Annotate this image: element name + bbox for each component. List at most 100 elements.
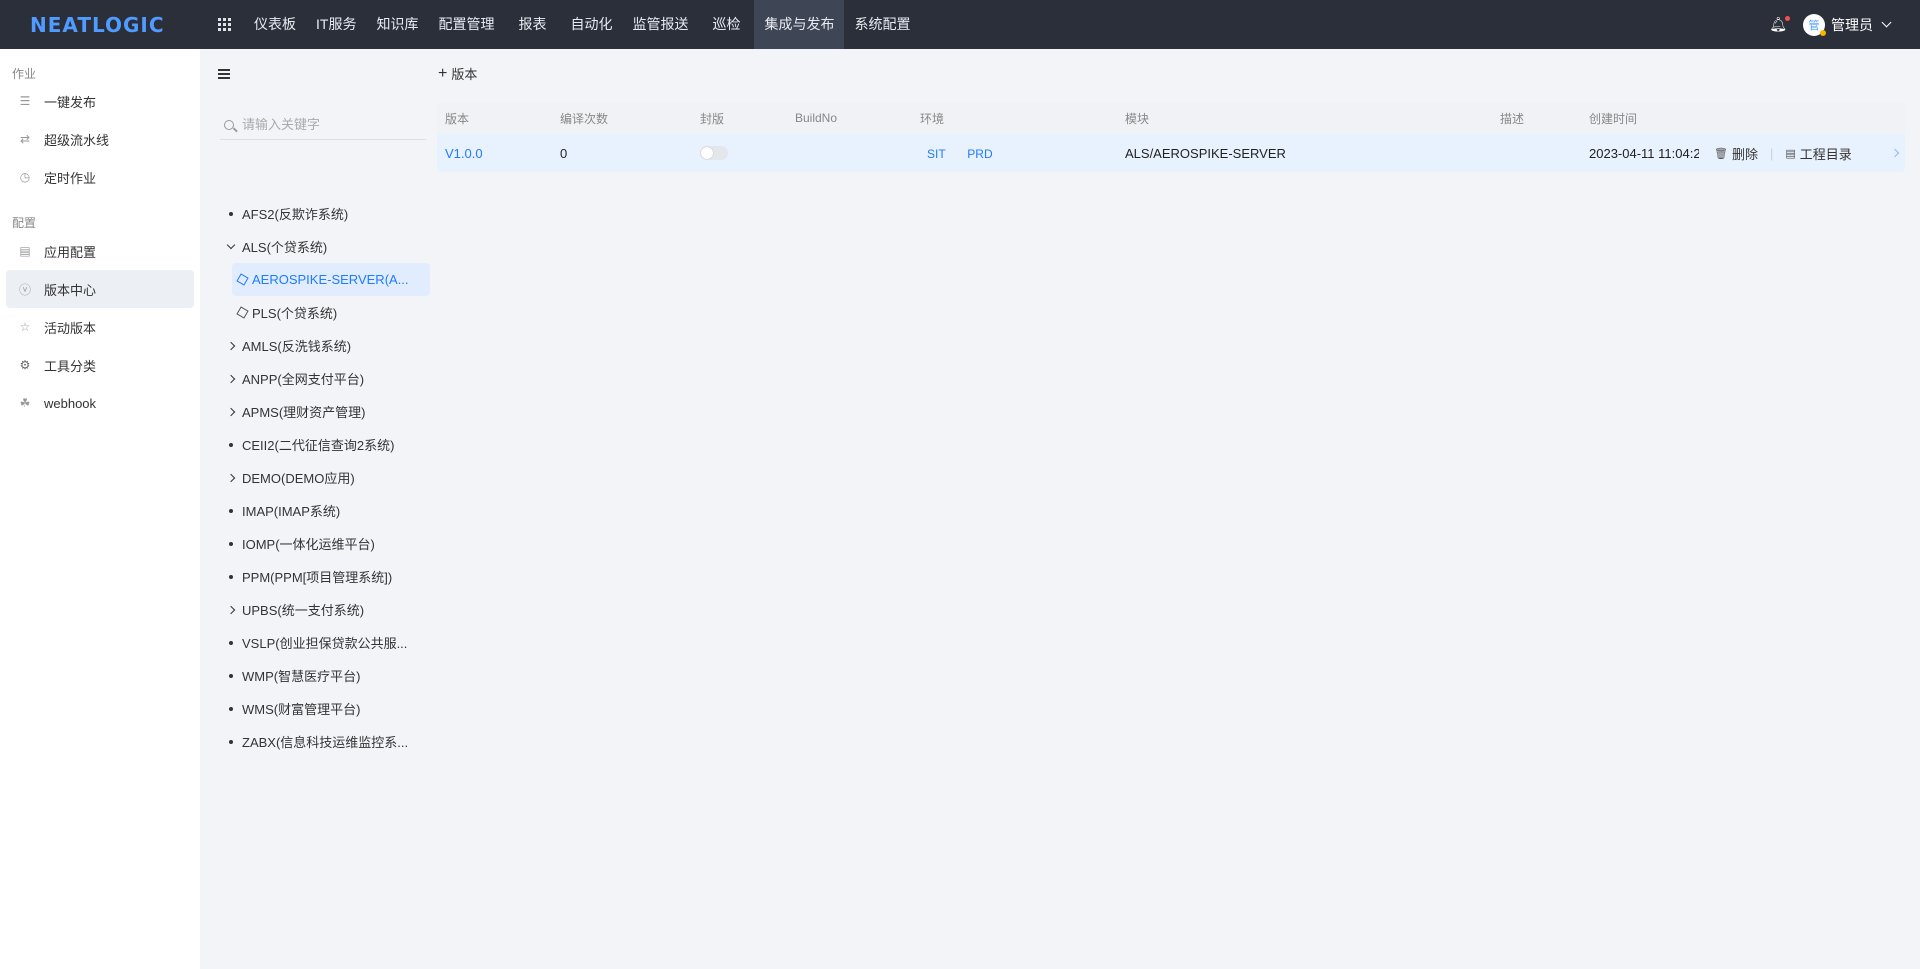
sidebar-item-label: webhook xyxy=(44,395,97,411)
chevron-right-icon[interactable] xyxy=(226,407,236,416)
nav-config-mgmt[interactable]: 配置管理 xyxy=(428,0,504,49)
tree-node-ppm[interactable]: PPM(PPM[项目管理系统]) xyxy=(220,560,430,593)
tree-node-pls[interactable]: PLS(个贷系统) xyxy=(232,296,430,329)
nav-integration-release[interactable]: 集成与发布 xyxy=(754,0,845,49)
project-directory-button[interactable]: ▤ 工程目录 xyxy=(1785,144,1851,163)
sidebar-item-label: 一键发布 xyxy=(44,94,97,110)
chevron-down-icon[interactable] xyxy=(226,240,236,250)
tree-node-wmp[interactable]: WMP(智慧医疗平台) xyxy=(220,659,430,692)
tree-node-apms[interactable]: APMS(理财资产管理) xyxy=(220,395,430,428)
env-tag-prd[interactable]: PRD xyxy=(967,147,992,161)
sidebar-item-label: 定时作业 xyxy=(44,170,97,186)
version-link[interactable]: V1.0.0 xyxy=(445,146,483,161)
module-name: ALS/AEROSPIKE-SERVER xyxy=(1125,145,1286,161)
sidebar-item-scheduled-job[interactable]: ◷ 定时作业 xyxy=(6,158,194,196)
tree-node-upbs[interactable]: UPBS(统一支付系统) xyxy=(220,593,430,626)
bullet-icon xyxy=(229,673,233,678)
bullet-icon xyxy=(229,706,233,711)
sidebar-item-active-version[interactable]: ☆ 活动版本 xyxy=(6,308,194,346)
tree-node-anpp[interactable]: ANPP(全网支付平台) xyxy=(220,362,430,395)
col-env: 环境 xyxy=(920,111,945,126)
chevron-right-icon[interactable] xyxy=(226,473,236,482)
bullet-icon xyxy=(229,508,233,513)
tree-node-zabx[interactable]: ZABX(信息科技运维监控系... xyxy=(220,725,430,758)
tree-node-als[interactable]: ALS(个贷系统) xyxy=(220,230,430,263)
main-content: + 版本 版本 编译次数 封版 BuildNo 环境 模块 描述 创建时间 V1… xyxy=(435,49,1920,969)
webhook-icon: ☘ xyxy=(19,396,31,410)
table-header: 版本 编译次数 封版 BuildNo 环境 模块 描述 创建时间 xyxy=(437,102,1905,134)
sidebar-item-label: 工具分类 xyxy=(44,358,97,374)
bullet-icon xyxy=(229,211,233,216)
env-tags: SIT PRD xyxy=(927,146,1011,161)
chevron-right-icon[interactable] xyxy=(226,374,236,383)
top-navbar: NEATLOGIC 仪表板 IT服务 知识库 配置管理 报表 自动化 监管报送 … xyxy=(0,0,1920,49)
bullet-icon xyxy=(229,640,233,645)
nav-dashboard[interactable]: 仪表板 xyxy=(244,0,306,49)
env-tag-sit[interactable]: SIT xyxy=(927,147,946,161)
sidebar-item-tool-category[interactable]: ⚙ 工具分类 xyxy=(6,346,194,384)
star-icon: ☆ xyxy=(19,320,31,334)
row-actions: 🗑︎ 删除 | ▤ 工程目录 xyxy=(1714,144,1852,163)
sidebar-item-label: 版本中心 xyxy=(44,282,97,298)
app-tree-panel: AFS2(反欺诈系统) ALS(个贷系统) AEROSPIKE-SERVER(A… xyxy=(200,49,435,969)
tree-node-iomp[interactable]: IOMP(一体化运维平台) xyxy=(220,527,430,560)
search-input[interactable] xyxy=(242,117,412,132)
tree-node-wms[interactable]: WMS(财富管理平台) xyxy=(220,692,430,725)
group-title-jobs: 作业 xyxy=(12,67,37,81)
gear-icon: ⚙ xyxy=(19,358,31,372)
chevron-right-icon[interactable] xyxy=(1890,148,1900,158)
sidebar-item-label: 活动版本 xyxy=(44,320,97,336)
nav-inspection[interactable]: 巡检 xyxy=(698,0,754,49)
sealed-toggle[interactable] xyxy=(700,146,728,163)
sidebar-item-pipeline[interactable]: ⇄ 超级流水线 xyxy=(6,120,194,158)
group-title-config: 配置 xyxy=(12,216,37,230)
document-icon: ▤ xyxy=(19,244,31,258)
nav-system-config[interactable]: 系统配置 xyxy=(844,0,920,49)
nav-it-service[interactable]: IT服务 xyxy=(306,0,366,49)
document-icon: ▤ xyxy=(1785,147,1796,160)
release-icon: ☰ xyxy=(19,94,31,108)
table-row[interactable]: V1.0.0 0 SIT PRD ALS/AEROSPIKE-SERVER 20… xyxy=(437,134,1905,172)
user-menu[interactable]: 管 管理员 xyxy=(1803,13,1892,36)
col-module: 模块 xyxy=(1125,111,1150,126)
delete-button[interactable]: 🗑︎ 删除 xyxy=(1714,144,1758,163)
col-build-no: BuildNo xyxy=(795,111,838,125)
sidebar-item-app-config[interactable]: ▤ 应用配置 xyxy=(6,232,194,270)
left-sidebar: 作业 ☰ 一键发布 ⇄ 超级流水线 ◷ 定时作业 配置 ▤ 应用配置 ⓥ 版本中… xyxy=(0,49,200,969)
bell-icon[interactable]: 🔔︎ xyxy=(1769,16,1790,33)
tree-node-demo[interactable]: DEMO(DEMO应用) xyxy=(220,461,430,494)
add-version-button[interactable]: + 版本 xyxy=(438,64,477,83)
compile-count: 0 xyxy=(560,145,568,161)
chevron-right-icon[interactable] xyxy=(226,341,236,350)
main-nav: 仪表板 IT服务 知识库 配置管理 报表 自动化 监管报送 巡检 集成与发布 系… xyxy=(244,0,920,49)
bullet-icon xyxy=(229,574,233,579)
nav-regulatory[interactable]: 监管报送 xyxy=(622,0,698,49)
trash-icon: 🗑︎ xyxy=(1714,147,1728,160)
sidebar-item-version-center[interactable]: ⓥ 版本中心 xyxy=(6,270,194,308)
col-description: 描述 xyxy=(1500,111,1525,126)
nav-report[interactable]: 报表 xyxy=(504,0,560,49)
tree-node-vslp[interactable]: VSLP(创业担保贷款公共服... xyxy=(220,626,430,659)
apps-grid-icon[interactable] xyxy=(212,0,236,49)
version-icon: ⓥ xyxy=(18,282,31,297)
nav-automation[interactable]: 自动化 xyxy=(560,0,622,49)
tree-node-afs2[interactable]: AFS2(反欺诈系统) xyxy=(220,197,430,230)
sidebar-item-one-click-release[interactable]: ☰ 一键发布 xyxy=(6,82,194,120)
sidebar-item-webhook[interactable]: ☘ webhook xyxy=(6,384,194,422)
tree-node-aerospike-server[interactable]: AEROSPIKE-SERVER(A... xyxy=(232,263,430,296)
module-icon xyxy=(235,306,249,319)
sidebar-item-label: 应用配置 xyxy=(44,244,97,260)
created-time: 2023-04-11 11:04:2 xyxy=(1589,145,1699,161)
sidebar-item-label: 超级流水线 xyxy=(44,132,110,148)
tree-node-ceii2[interactable]: CEII2(二代征信查询2系统) xyxy=(220,428,430,461)
tree-node-imap[interactable]: IMAP(IMAP系统) xyxy=(220,494,430,527)
user-name: 管理员 xyxy=(1831,16,1873,33)
col-version: 版本 xyxy=(445,111,470,126)
chevron-down-icon xyxy=(1881,17,1892,28)
menu-toggle-icon[interactable] xyxy=(218,69,230,81)
app-tree: AFS2(反欺诈系统) ALS(个贷系统) AEROSPIKE-SERVER(A… xyxy=(220,197,430,758)
tree-node-amls[interactable]: AMLS(反洗钱系统) xyxy=(220,329,430,362)
app-logo[interactable]: NEATLOGIC xyxy=(0,13,200,37)
nav-knowledge[interactable]: 知识库 xyxy=(366,0,428,49)
chevron-right-icon[interactable] xyxy=(226,605,236,614)
